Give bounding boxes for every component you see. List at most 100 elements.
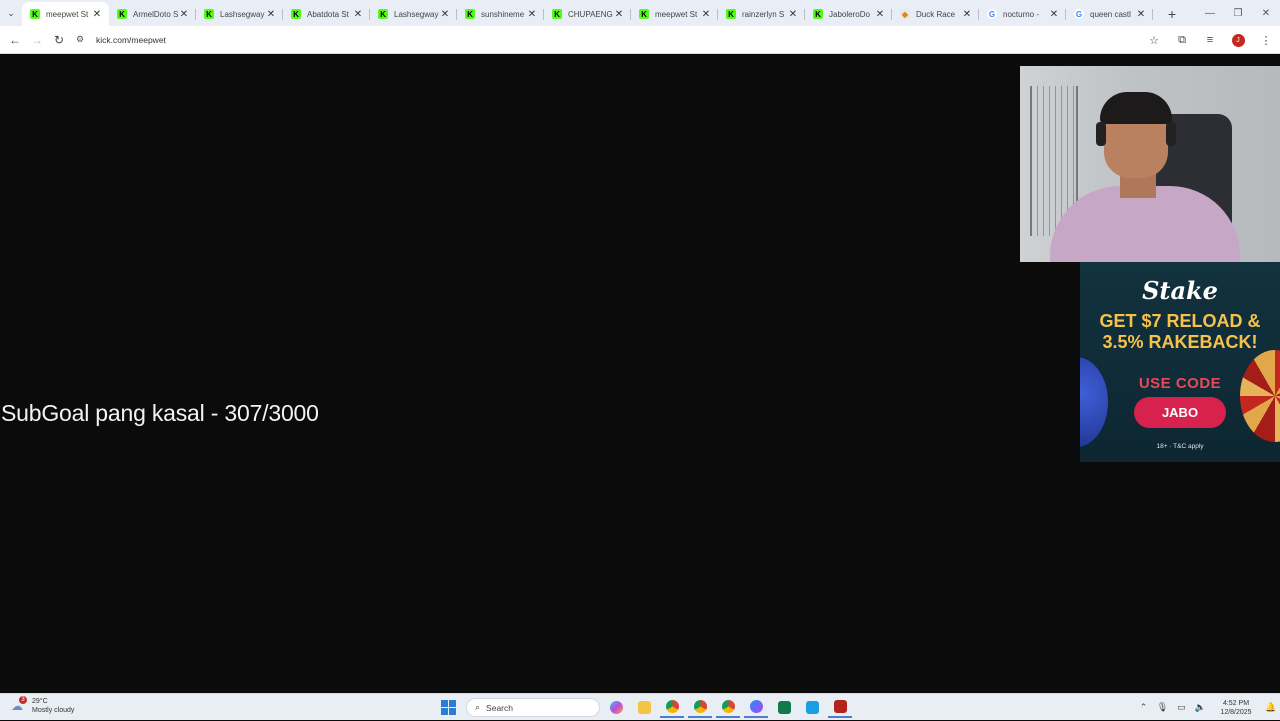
tab-close-icon[interactable]: ✕ [874, 9, 886, 20]
ad-headline: GET $7 RELOAD & 3.5% RAKEBACK! [1080, 311, 1280, 353]
minimize-icon[interactable]: — [1196, 0, 1224, 26]
notepad-icon[interactable] [800, 697, 824, 718]
kick-favicon-icon: K [465, 9, 475, 19]
tab-close-icon[interactable]: ✕ [700, 9, 712, 20]
chrome-active-icon[interactable] [716, 697, 740, 718]
browser-tab[interactable]: K CHUPAENG ✕ [544, 2, 631, 26]
browser-tab[interactable]: Ksunshineme ✕ [457, 2, 544, 26]
reload-button[interactable]: ↻ [48, 29, 70, 51]
taskbar-search-box[interactable]: ⌕ Search [466, 698, 600, 717]
browser-tab[interactable]: Krainzerlyn S ✕ [718, 2, 805, 26]
browser-tab[interactable]: K ArmelDoto S ✕ [109, 2, 196, 26]
new-tab-button[interactable]: + [1159, 2, 1185, 26]
tab-search-chevron-icon[interactable]: ⌄ [0, 0, 22, 26]
duck-favicon-icon: ◆ [900, 9, 910, 19]
tab-label: meepwet St [46, 9, 89, 19]
restore-icon[interactable]: ❐ [1224, 0, 1252, 26]
display-icon[interactable]: ▭ [1172, 702, 1191, 713]
subgoal-overlay-text: SubGoal pang kasal - 307/3000 [1, 400, 319, 426]
kick-favicon-icon: K [726, 9, 736, 19]
notification-bell-icon[interactable]: 🔔 [1262, 702, 1280, 713]
search-placeholder: Search [486, 702, 513, 713]
browser-tab[interactable]: ◆ Duck Race ✕ [892, 2, 979, 26]
weather-temperature: 29°C [32, 698, 48, 705]
tab-close-icon[interactable]: ✕ [265, 9, 277, 20]
tab-label: CHUPAENG [568, 9, 613, 19]
address-bar[interactable]: ⚙ kick.com/meepwet [76, 29, 1076, 51]
chrome-profile-icon[interactable] [660, 697, 684, 718]
weather-description: Mostly cloudy [32, 707, 75, 714]
tab-close-icon[interactable]: ✕ [352, 9, 364, 20]
browser-tab[interactable]: Kmeepwet St ✕ [22, 2, 109, 26]
weather-widget[interactable]: ☁ 3 29°C Mostly cloudy [8, 696, 75, 715]
more-menu-icon[interactable]: ⋮ [1252, 26, 1280, 54]
tab-close-icon[interactable]: ✕ [1135, 9, 1147, 20]
windows-start-icon[interactable] [438, 698, 458, 718]
tab-close-icon[interactable]: ✕ [526, 9, 538, 20]
tab-close-icon[interactable]: ✕ [613, 9, 625, 20]
stream-video[interactable]: SubGoal pang kasal - 307/3000 Stake GET … [0, 55, 1280, 693]
tab-label: JaboleroDo [829, 9, 870, 19]
ad-ball-graphic [1080, 357, 1108, 447]
ad-headline-line2: 3.5% RAKEBACK! [1102, 332, 1258, 352]
site-info-icon[interactable]: ⚙ [76, 34, 92, 45]
browser-tab[interactable]: Gqueen castl ✕ [1066, 2, 1153, 26]
media-controls-icon[interactable]: ≡ [1196, 26, 1224, 54]
ad-roulette-graphic [1240, 350, 1280, 442]
ad-code-badge: JABO [1134, 397, 1226, 428]
tab-close-icon[interactable]: ✕ [1048, 9, 1060, 20]
volume-icon[interactable]: 🔈 [1191, 702, 1210, 713]
copilot-icon[interactable] [604, 697, 628, 718]
tab-close-icon[interactable]: ✕ [439, 9, 451, 20]
tab-label: Abatdota St [307, 9, 349, 19]
chrome-icon[interactable] [688, 697, 712, 718]
tab-label: Lashsegway [220, 9, 265, 19]
chevron-up-icon[interactable]: ⌃ [1134, 702, 1153, 713]
kick-favicon-icon: K [117, 9, 127, 19]
kick-favicon-icon: K [291, 9, 301, 19]
window-controls: — ❐ ✕ [1196, 0, 1280, 26]
browser-tab[interactable]: K Lashsegway ✕ [370, 2, 457, 26]
kick-favicon-icon: K [813, 9, 823, 19]
file-explorer-icon[interactable] [632, 697, 656, 718]
app-green-icon[interactable] [772, 697, 796, 718]
browser-tab[interactable]: K Lashsegway ✕ [196, 2, 283, 26]
clock[interactable]: 4:52 PM 12/8/2025 [1210, 699, 1262, 717]
dota-icon[interactable] [828, 697, 852, 718]
tab-close-icon[interactable]: ✕ [178, 9, 190, 20]
tab-close-icon[interactable]: ✕ [91, 9, 103, 20]
browser-tab[interactable]: K JaboleroDo ✕ [805, 2, 892, 26]
ad-headline-line1: GET $7 RELOAD & [1099, 311, 1261, 331]
url-text[interactable]: kick.com/meepwet [96, 35, 166, 45]
taskbar-apps: ⌕ Search [438, 697, 852, 718]
search-icon: ⌕ [475, 702, 481, 712]
stake-ad-banner: Stake GET $7 RELOAD & 3.5% RAKEBACK! USE… [1080, 262, 1280, 462]
browser-tab[interactable]: Gnocturno - ✕ [979, 2, 1066, 26]
ad-terms: 18+ · T&C apply [1156, 443, 1204, 450]
clock-time: 4:52 PM [1222, 699, 1250, 707]
tab-label: Duck Race [916, 9, 956, 19]
browser-tab[interactable]: Kmeepwet St ✕ [631, 2, 718, 26]
tab-label: queen castl [1090, 9, 1131, 19]
taskbar: ☁ 3 29°C Mostly cloudy ⌕ Search ⌃ 🎙 ▭ 🔈 … [0, 693, 1280, 720]
microphone-icon[interactable]: 🎙 [1153, 702, 1172, 713]
profile-avatar[interactable]: J [1224, 26, 1252, 54]
browser-tab[interactable]: K Abatdota St ✕ [283, 2, 370, 26]
clock-date: 12/8/2025 [1220, 708, 1252, 716]
back-button[interactable]: ← [4, 29, 26, 51]
bookmark-star-icon[interactable]: ☆ [1140, 26, 1168, 54]
tab-strip: ⌄ Kmeepwet St ✕ K ArmelDoto S ✕ K Lashsegway ✕ K… [0, 0, 1280, 26]
weather-badge: 3 [19, 696, 27, 704]
forward-button[interactable]: → [26, 29, 48, 51]
tab-close-icon[interactable]: ✕ [787, 9, 799, 20]
system-tray: ⌃ 🎙 ▭ 🔈 4:52 PM 12/8/2025 🔔 [1134, 694, 1280, 721]
kick-favicon-icon: K [552, 9, 562, 19]
profile-initial: J [1231, 33, 1245, 47]
tab-label: meepwet St [655, 9, 698, 19]
extensions-icon[interactable]: ⧉ [1168, 26, 1196, 54]
ad-use-code-label: USE CODE [1138, 375, 1222, 392]
close-window-icon[interactable]: ✕ [1252, 0, 1280, 26]
tab-close-icon[interactable]: ✕ [961, 9, 973, 20]
messenger-icon[interactable] [744, 697, 768, 718]
stake-logo: Stake [1142, 276, 1218, 305]
